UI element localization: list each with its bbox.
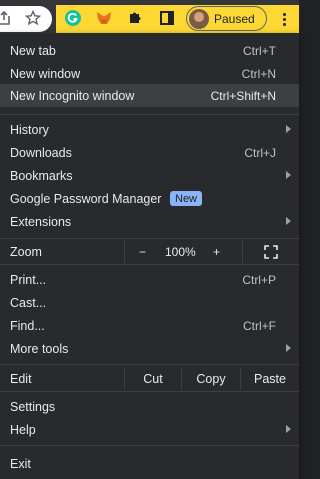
metamask-icon[interactable] <box>94 8 114 28</box>
menu-item-help[interactable]: Help <box>0 418 299 441</box>
zoom-in-button[interactable]: + <box>213 245 220 259</box>
menu-item-password-manager[interactable]: Google Password Manager New <box>0 187 299 210</box>
grammarly-icon[interactable] <box>63 8 83 28</box>
profile-status: Paused <box>214 11 255 26</box>
edit-label: Edit <box>10 372 32 386</box>
cut-button[interactable]: Cut <box>124 367 181 390</box>
separator <box>0 445 299 446</box>
copy-button[interactable]: Copy <box>181 367 240 390</box>
separator <box>0 114 299 115</box>
browser-toolbar: Paused <box>0 0 299 36</box>
submenu-arrow-icon <box>286 344 291 352</box>
menu-item-shortcut: Ctrl+T <box>243 43 276 58</box>
paste-button[interactable]: Paste <box>240 367 299 390</box>
menu-item-label: Print... <box>10 272 47 287</box>
menu-item-new-window[interactable]: New window Ctrl+N <box>0 62 299 85</box>
menu-item-bookmarks[interactable]: Bookmarks <box>0 164 299 187</box>
separator <box>0 238 299 239</box>
menu-item-shortcut: Ctrl+F <box>243 318 276 333</box>
separator <box>0 264 299 265</box>
menu-item-label: New Incognito window <box>10 88 135 103</box>
star-icon[interactable] <box>23 8 43 28</box>
menu-item-cast[interactable]: Cast... <box>0 291 299 314</box>
menu-item-label: New window <box>10 66 81 81</box>
puzzle-icon[interactable] <box>125 8 145 28</box>
sidepanel-icon[interactable] <box>157 8 177 28</box>
menu-item-label: Downloads <box>10 145 72 160</box>
submenu-arrow-icon <box>286 217 291 225</box>
menu-item-more-tools[interactable]: More tools <box>0 337 299 360</box>
menu-item-new-incognito-window[interactable]: New Incognito window Ctrl+Shift+N <box>0 84 299 107</box>
menu-item-shortcut: Ctrl+J <box>244 145 276 160</box>
menu-item-print[interactable]: Print... Ctrl+P <box>0 268 299 291</box>
new-badge: New <box>170 191 203 206</box>
menu-item-label: Cast... <box>10 295 47 310</box>
menu-item-label: Settings <box>10 399 56 414</box>
separator <box>0 391 299 392</box>
submenu-arrow-icon <box>286 171 291 179</box>
fullscreen-button[interactable] <box>242 240 299 263</box>
menu-item-settings[interactable]: Settings <box>0 395 299 418</box>
menu-item-find[interactable]: Find... Ctrl+F <box>0 314 299 337</box>
menu-item-history[interactable]: History <box>0 118 299 141</box>
menu-item-label: Bookmarks <box>10 168 73 183</box>
submenu-arrow-icon <box>286 125 291 133</box>
menu-item-label: Help <box>10 422 36 437</box>
menu-item-label: History <box>10 122 49 137</box>
menu-item-exit[interactable]: Exit <box>0 452 299 475</box>
kebab-menu-icon[interactable] <box>271 5 297 33</box>
zoom-out-button[interactable]: − <box>139 245 146 259</box>
menu-item-label: More tools <box>10 341 69 356</box>
menu-item-label: Find... <box>10 318 45 333</box>
menu-item-label: Exit <box>10 456 31 471</box>
menu-item-shortcut: Ctrl+Shift+N <box>210 88 276 103</box>
chrome-main-menu: New tab Ctrl+T New window Ctrl+N New Inc… <box>0 33 299 479</box>
zoom-level: 100% <box>165 245 196 259</box>
menu-item-label: Google Password Manager <box>10 191 162 206</box>
profile-button[interactable]: Paused <box>186 6 267 31</box>
avatar <box>189 8 209 29</box>
edit-row: Edit Cut Copy Paste <box>0 367 299 390</box>
submenu-arrow-icon <box>286 425 291 433</box>
menu-item-shortcut: Ctrl+P <box>242 272 276 287</box>
fullscreen-icon <box>264 244 278 259</box>
menu-item-label: New tab <box>10 43 56 58</box>
menu-item-new-tab[interactable]: New tab Ctrl+T <box>0 39 299 62</box>
share-icon[interactable] <box>0 8 14 28</box>
zoom-label: Zoom <box>10 245 42 259</box>
menu-item-extensions[interactable]: Extensions <box>0 210 299 233</box>
menu-item-shortcut: Ctrl+N <box>241 66 276 81</box>
menu-item-label: Extensions <box>10 214 72 229</box>
zoom-row: Zoom − 100% + <box>0 240 299 263</box>
menu-item-downloads[interactable]: Downloads Ctrl+J <box>0 141 299 164</box>
separator <box>0 364 299 365</box>
